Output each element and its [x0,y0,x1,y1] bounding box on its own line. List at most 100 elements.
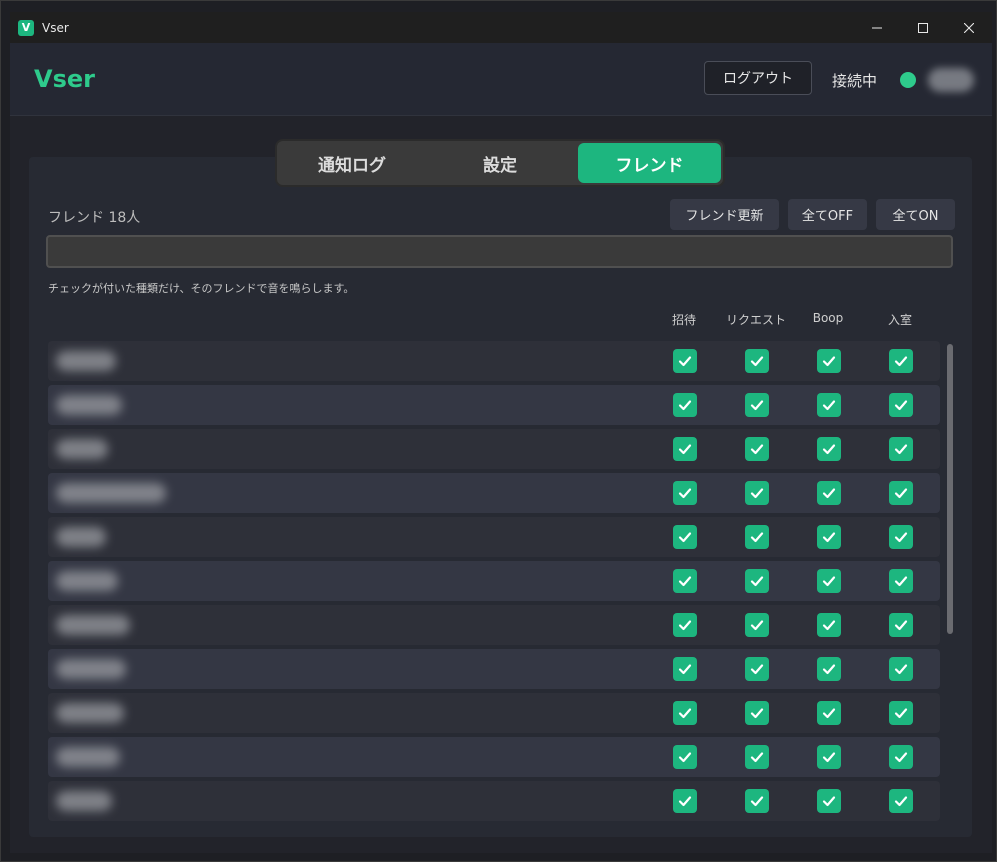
close-icon [964,22,974,33]
connection-status-icon [900,72,916,88]
invite-checkbox[interactable] [673,613,697,637]
checkmark-icon [894,356,908,367]
checkmark-icon [894,444,908,455]
join-checkbox[interactable] [889,481,913,505]
request-checkbox[interactable] [745,745,769,769]
boop-checkbox[interactable] [817,657,841,681]
tab-notification-log[interactable]: 通知ログ [279,143,425,183]
invite-checkbox[interactable] [673,701,697,725]
maximize-icon [918,22,928,33]
logout-button[interactable]: ログアウト [704,61,812,95]
friend-name [56,483,166,503]
friend-search-input[interactable] [46,235,953,268]
checkmark-icon [894,708,908,719]
checkmark-icon [894,620,908,631]
boop-checkbox[interactable] [817,613,841,637]
invite-checkbox[interactable] [673,525,697,549]
request-checkbox[interactable] [745,525,769,549]
tab-settings[interactable]: 設定 [427,143,573,183]
checkmark-icon [750,664,764,675]
join-checkbox[interactable] [889,525,913,549]
maximize-button[interactable] [900,12,946,43]
refresh-friends-button[interactable]: フレンド更新 [670,199,779,230]
window-controls [854,12,992,43]
friend-name [56,791,112,811]
boop-checkbox[interactable] [817,481,841,505]
join-checkbox[interactable] [889,657,913,681]
boop-checkbox[interactable] [817,701,841,725]
request-checkbox[interactable] [745,569,769,593]
join-checkbox[interactable] [889,393,913,417]
invite-checkbox[interactable] [673,349,697,373]
invite-checkbox[interactable] [673,569,697,593]
friend-row [48,561,940,601]
checkmark-icon [822,488,836,499]
request-checkbox[interactable] [745,613,769,637]
checkmark-icon [750,532,764,543]
checkmark-icon [894,752,908,763]
join-checkbox[interactable] [889,789,913,813]
friend-row [48,605,940,645]
invite-checkbox[interactable] [673,657,697,681]
checkmark-icon [678,752,692,763]
checkmark-icon [678,356,692,367]
join-checkbox[interactable] [889,569,913,593]
boop-checkbox[interactable] [817,349,841,373]
minimize-button[interactable] [854,12,900,43]
close-button[interactable] [946,12,992,43]
boop-checkbox[interactable] [817,393,841,417]
join-checkbox[interactable] [889,745,913,769]
checkmark-icon [750,620,764,631]
tab-friends[interactable]: フレンド [578,143,721,183]
checkmark-icon [750,576,764,587]
invite-checkbox[interactable] [673,789,697,813]
window-title: Vser [42,20,69,35]
request-checkbox[interactable] [745,393,769,417]
checkmark-icon [678,664,692,675]
request-checkbox[interactable] [745,437,769,461]
friend-name [56,351,116,371]
request-checkbox[interactable] [745,701,769,725]
app-logo-icon: V [18,19,34,36]
friend-name [56,615,130,635]
join-checkbox[interactable] [889,349,913,373]
checkmark-icon [822,400,836,411]
boop-checkbox[interactable] [817,437,841,461]
title-bar: V Vser [10,12,992,43]
join-checkbox[interactable] [889,437,913,461]
friend-name [56,747,120,767]
invite-checkbox[interactable] [673,745,697,769]
boop-checkbox[interactable] [817,525,841,549]
friend-name [56,527,106,547]
checkmark-icon [750,752,764,763]
checkmark-icon [822,664,836,675]
all-off-button[interactable]: 全てOFF [788,199,867,230]
all-on-button[interactable]: 全てON [876,199,955,230]
checkmark-icon [678,708,692,719]
invite-checkbox[interactable] [673,437,697,461]
friend-row [48,517,940,557]
friend-list [48,341,940,825]
request-checkbox[interactable] [745,481,769,505]
friend-list-scrollbar[interactable] [947,344,953,634]
friend-row [48,693,940,733]
invite-checkbox[interactable] [673,393,697,417]
boop-checkbox[interactable] [817,745,841,769]
boop-checkbox[interactable] [817,789,841,813]
friend-row [48,737,940,777]
checkmark-icon [678,620,692,631]
invite-checkbox[interactable] [673,481,697,505]
friend-row [48,385,940,425]
checkmark-icon [822,708,836,719]
checkmark-icon [678,576,692,587]
boop-checkbox[interactable] [817,569,841,593]
join-checkbox[interactable] [889,613,913,637]
join-checkbox[interactable] [889,701,913,725]
request-checkbox[interactable] [745,789,769,813]
connection-status-label: 接続中 [832,72,878,90]
brand-logo: Vser [34,65,95,93]
request-checkbox[interactable] [745,349,769,373]
checkmark-icon [678,444,692,455]
request-checkbox[interactable] [745,657,769,681]
checkmark-icon [894,796,908,807]
